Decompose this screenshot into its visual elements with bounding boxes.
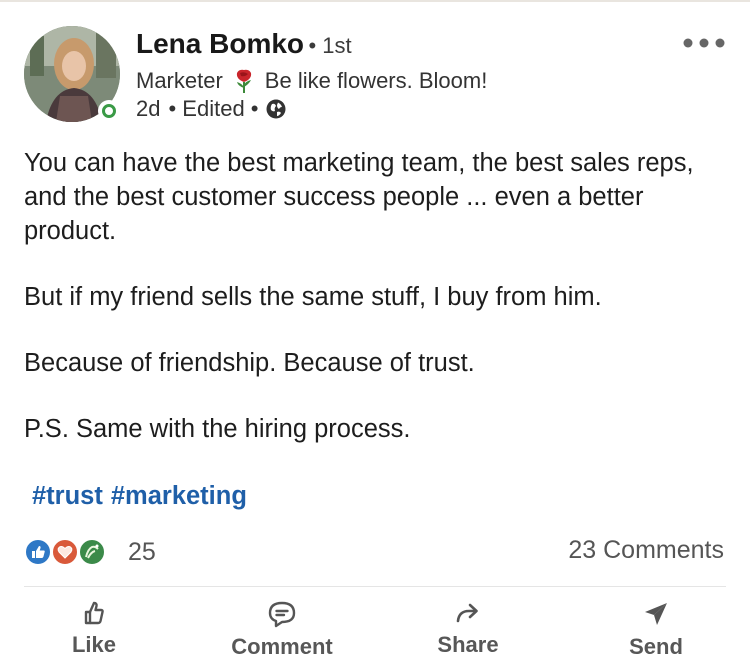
online-status-indicator xyxy=(98,100,120,122)
headline-tagline: Be like flowers. Bloom! xyxy=(264,68,488,93)
more-options-icon[interactable] xyxy=(682,36,726,50)
post-paragraph: P.S. Same with the hiring process. xyxy=(24,415,411,443)
author-name[interactable]: Lena Bomko xyxy=(136,28,304,59)
hashtags: #trust #marketing xyxy=(32,482,255,511)
reactions-summary[interactable]: 25 xyxy=(24,536,156,568)
love-reaction-icon xyxy=(51,538,79,566)
action-divider xyxy=(24,586,726,587)
hashtag-link[interactable]: #marketing xyxy=(111,482,247,510)
share-icon xyxy=(456,603,478,623)
post-time: 2d xyxy=(136,96,161,121)
post-paragraph: Because of friendship. Because of trust. xyxy=(24,349,475,377)
author-headline: Marketer Be like flowers. Bloom! xyxy=(136,68,487,94)
comment-icon xyxy=(268,601,296,628)
send-button[interactable]: Send xyxy=(581,596,731,660)
share-label: Share xyxy=(437,632,499,657)
top-divider xyxy=(0,0,750,2)
reaction-count: 25 xyxy=(128,537,156,566)
hashtag-link[interactable]: #trust xyxy=(32,482,103,510)
headline-role: Marketer xyxy=(136,68,223,93)
post-paragraph: But if my friend sells the same stuff, I… xyxy=(24,283,602,311)
comment-label: Comment xyxy=(231,634,333,659)
send-icon xyxy=(645,603,667,625)
share-button[interactable]: Share xyxy=(393,596,543,660)
send-label: Send xyxy=(629,634,683,659)
post-text: You can have the best marketing team, th… xyxy=(24,146,728,446)
post-paragraph: You can have the best marketing team, th… xyxy=(24,149,694,245)
comments-count[interactable]: 23 Comments xyxy=(568,536,724,565)
author-name-row: Lena Bomko • 1st xyxy=(136,28,352,60)
edited-label: • Edited • xyxy=(168,96,259,121)
comment-button[interactable]: Comment xyxy=(207,596,357,660)
celebrate-reaction-icon xyxy=(78,538,106,566)
globe-icon xyxy=(266,99,285,119)
reaction-icons xyxy=(24,537,118,567)
action-bar: Like Comment Share Send xyxy=(0,596,750,662)
post-meta: 2d • Edited • xyxy=(136,96,287,122)
like-label: Like xyxy=(71,632,117,657)
like-button[interactable]: Like xyxy=(19,596,169,660)
like-icon xyxy=(84,601,104,625)
connection-degree: • 1st xyxy=(308,33,352,58)
rose-emoji-icon xyxy=(236,69,251,93)
post-header: Lena Bomko • 1st Marketer Be like flower… xyxy=(24,24,726,124)
like-reaction-icon xyxy=(24,538,52,566)
